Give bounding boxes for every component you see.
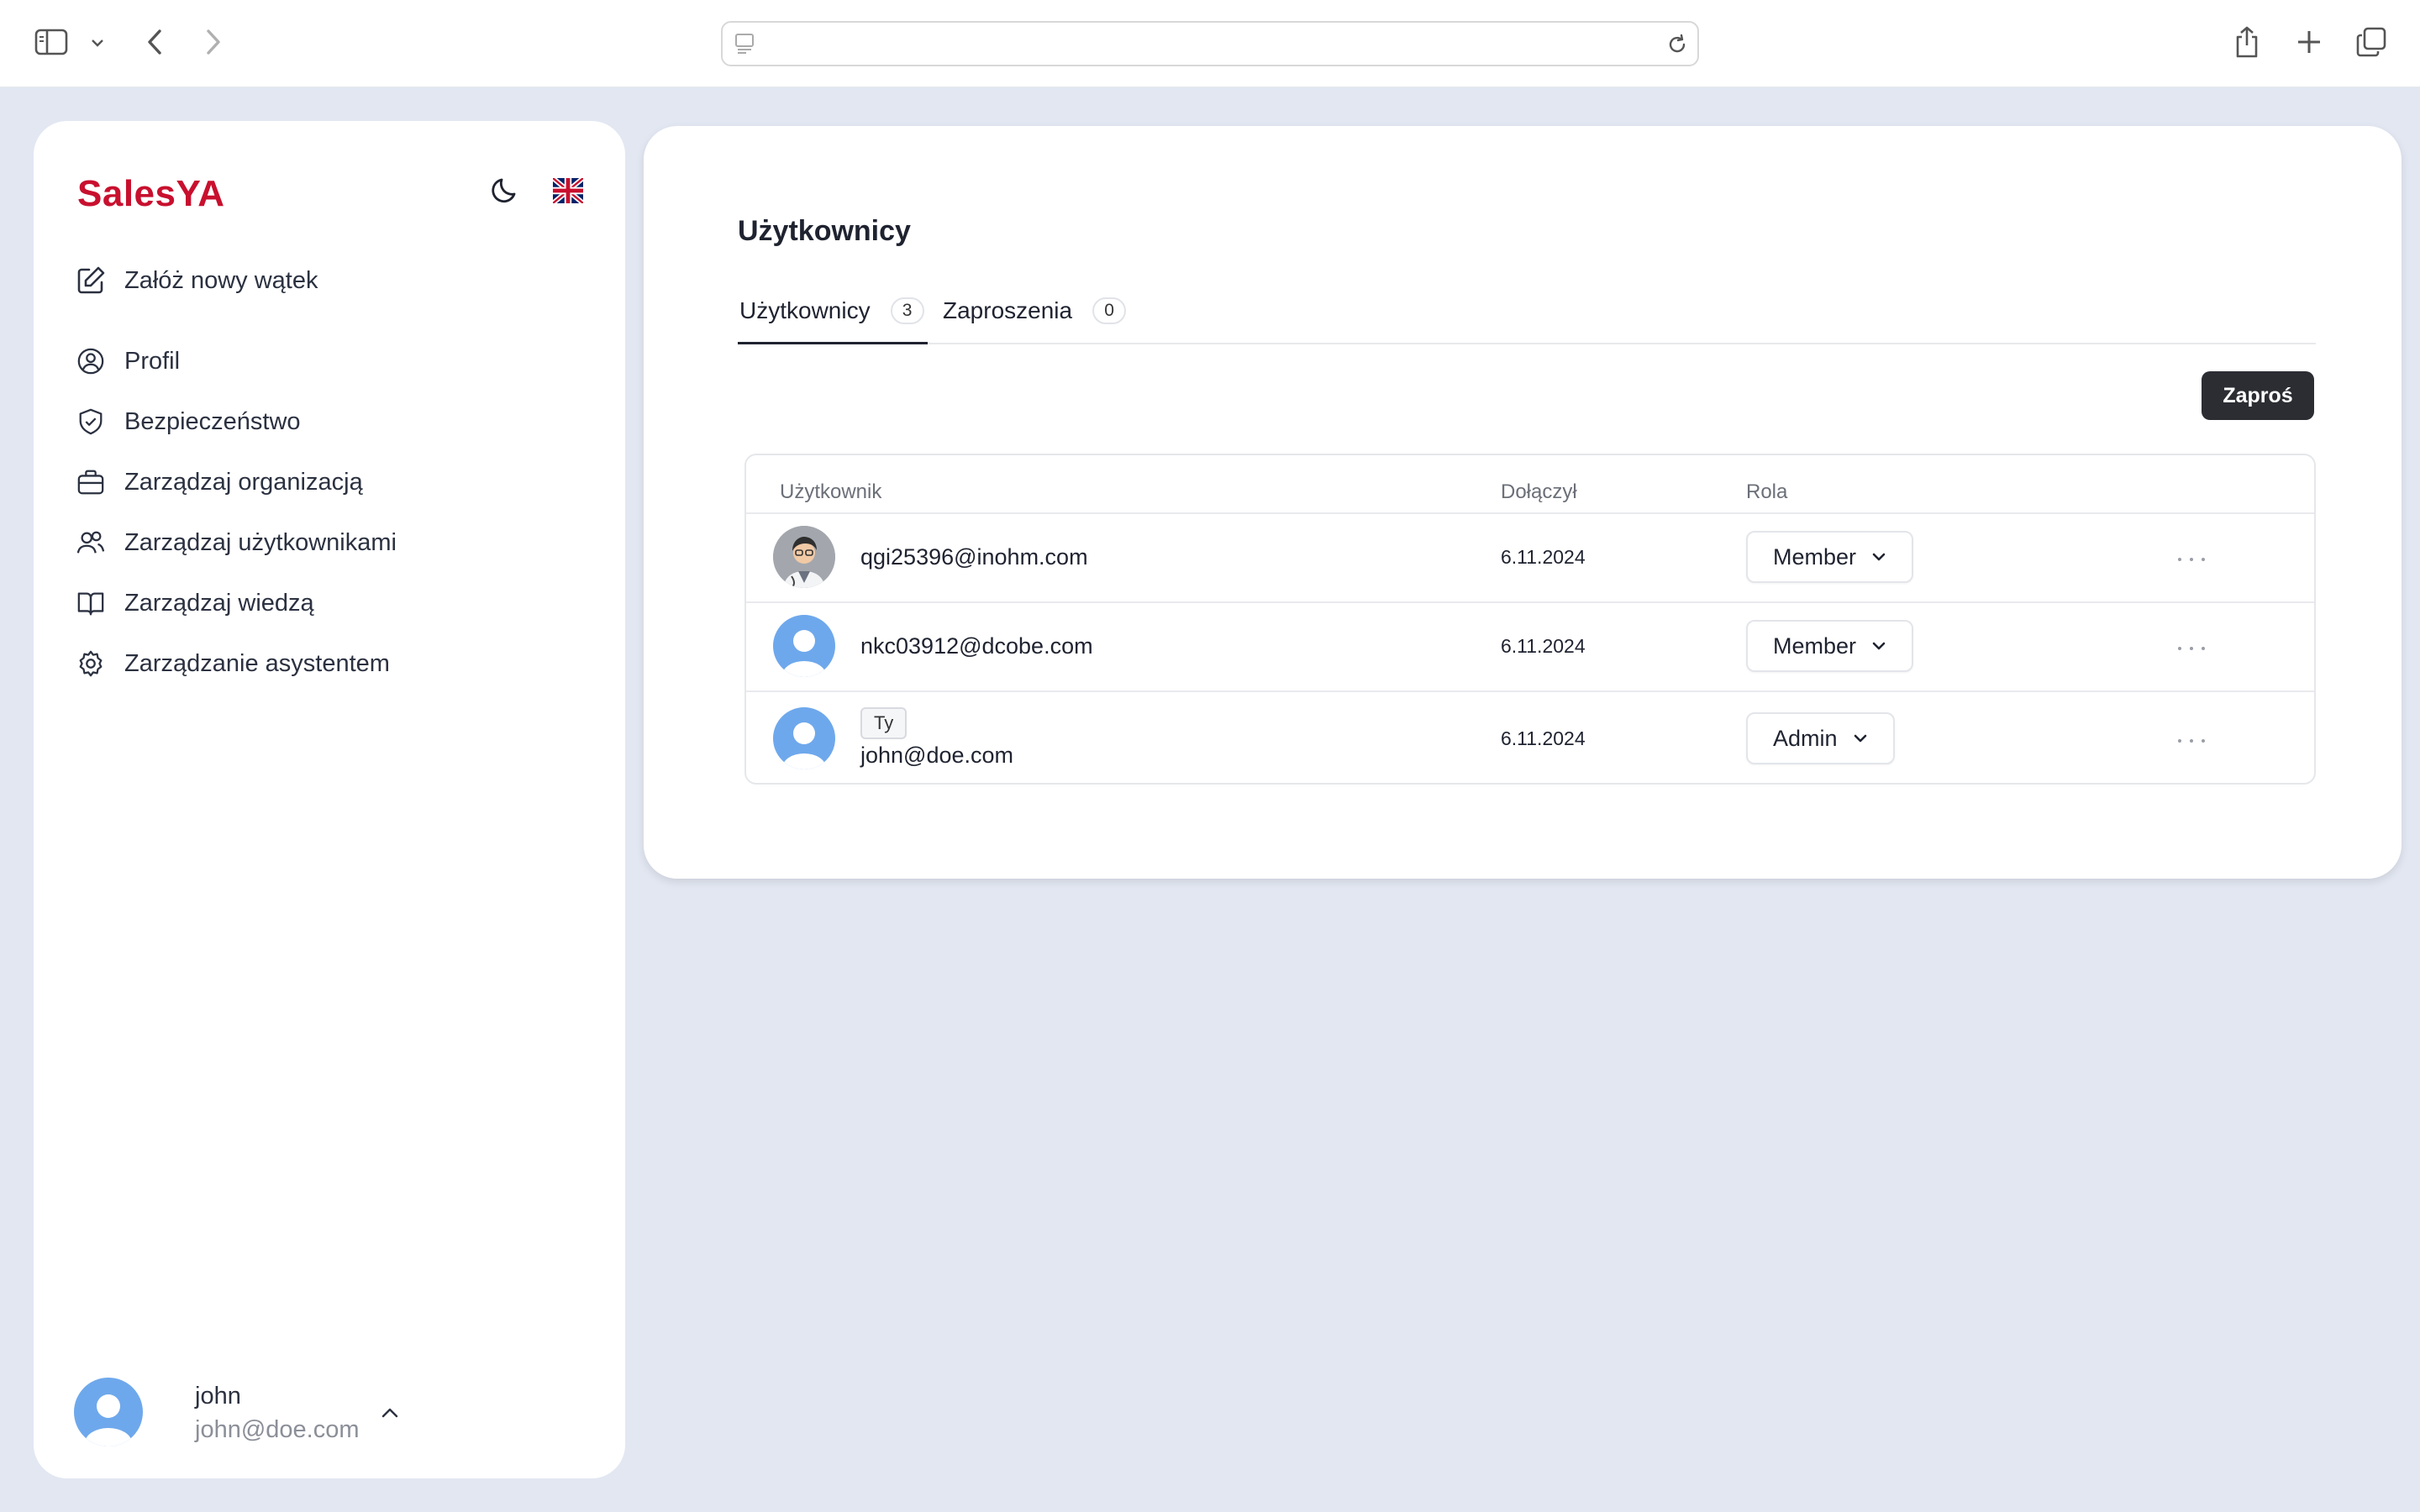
sidebar-item-label: Załóż nowy wątek [124,266,318,294]
edit-icon [77,266,105,294]
default-avatar [773,707,835,769]
more-actions-icon[interactable] [2175,551,2208,568]
sidebar-item-label: Zarządzaj użytkownikami [124,528,397,556]
sidebar-item-label: Bezpieczeństwo [124,407,301,435]
sidebar-item-profile[interactable]: Profil [76,341,180,381]
invite-button[interactable]: Zaproś [2202,371,2314,420]
current-user-menu[interactable]: john john@doe.com [74,1378,427,1450]
user-email: john@doe.com [195,1416,360,1443]
joined-date: 6.11.2024 [1501,546,1586,568]
reload-icon[interactable] [1665,33,1689,56]
tab-invitations[interactable]: Zaproszenia 0 [943,291,1127,344]
sidebar-item-security[interactable]: Bezpieczeństwo [76,402,301,442]
you-badge: Ty [860,707,908,739]
joined-date: 6.11.2024 [1501,635,1586,657]
table-row: Ty john@doe.com 6.11.2024 Admin [746,690,2314,783]
sidebar-item-label: Zarządzanie asystentem [124,649,390,677]
shield-check-icon [79,408,103,435]
sidebar-item-organization[interactable]: Zarządzaj organizacją [76,462,363,502]
user-email: qgi25396@inohm.com [860,544,1088,570]
uk-flag-icon[interactable] [551,176,585,206]
tab-users[interactable]: Użytkownicy 3 [738,291,928,344]
sidebar-item-assistant[interactable]: Zarządzanie asystentem [76,643,390,684]
doctor-avatar [773,526,835,588]
chevron-down-icon [1872,642,1886,650]
avatar [74,1378,143,1446]
chevron-up-icon[interactable] [376,1399,403,1426]
users-icon [76,531,105,554]
role-value: Admin [1773,725,1838,751]
user-circle-icon [77,348,104,375]
tab-count-badge: 3 [890,297,924,324]
users-table: Użytkownik Dołączył Rola qgi25396@inohm.… [744,454,2316,785]
sidebar-item-new-thread[interactable]: Załóż nowy wątek [76,260,318,301]
sidebar-item-users[interactable]: Zarządzaj użytkownikami [76,522,397,563]
tabs-overview-icon[interactable] [2354,25,2388,59]
forward-icon[interactable] [200,25,227,59]
sidebar-item-label: Zarządzaj wiedzą [124,589,314,617]
sidebar-item-label: Profil [124,347,181,375]
book-icon [77,592,104,616]
role-select[interactable]: Member [1746,531,1914,583]
share-icon[interactable] [2232,24,2262,60]
back-icon[interactable] [141,25,168,59]
column-header-user: Użytkownik [780,480,882,503]
table-row: nkc03912@dcobe.com 6.11.2024 Member [746,601,2314,690]
browser-toolbar [0,0,2420,87]
tab-label: Użytkownicy [739,297,871,323]
user-email: john@doe.com [860,743,1014,768]
address-bar[interactable] [721,21,1699,66]
app-logo[interactable]: SalesYA [77,173,225,215]
sidebar-item-label: Zarządzaj organizacją [124,468,363,496]
briefcase-icon [77,470,104,495]
role-select[interactable]: Member [1746,620,1914,672]
chevron-down-icon [1854,734,1866,743]
moon-icon[interactable] [487,171,524,208]
users-panel: Użytkownicy Użytkownicy 3 Zaproszenia 0 … [644,126,2402,879]
joined-date: 6.11.2024 [1501,727,1586,749]
sidebar: SalesYA Załóż nowy wątek Profil Bezpiecz… [34,121,625,1478]
role-value: Member [1773,633,1857,659]
column-header-joined: Dołączył [1501,480,1577,503]
role-value: Member [1773,543,1857,570]
user-name: john [195,1383,241,1410]
sidebar-toggle-icon[interactable] [34,27,69,57]
chevron-down-icon[interactable] [87,34,108,52]
more-actions-icon[interactable] [2175,640,2208,657]
page-title: Użytkownicy [738,215,911,247]
gear-icon [79,650,103,677]
role-select[interactable]: Admin [1746,712,1895,764]
tab-count-badge: 0 [1092,297,1127,324]
sidebar-item-knowledge[interactable]: Zarządzaj wiedzą [76,583,314,623]
new-tab-icon[interactable] [2294,27,2324,57]
more-actions-icon[interactable] [2175,732,2208,749]
column-header-role: Rola [1746,480,1788,503]
table-row: qgi25396@inohm.com 6.11.2024 Member [746,512,2314,601]
tab-label: Zaproszenia [943,297,1073,323]
default-avatar [773,615,835,677]
user-email: nkc03912@dcobe.com [860,633,1093,659]
page-icon [734,33,755,55]
chevron-down-icon [1872,553,1886,561]
